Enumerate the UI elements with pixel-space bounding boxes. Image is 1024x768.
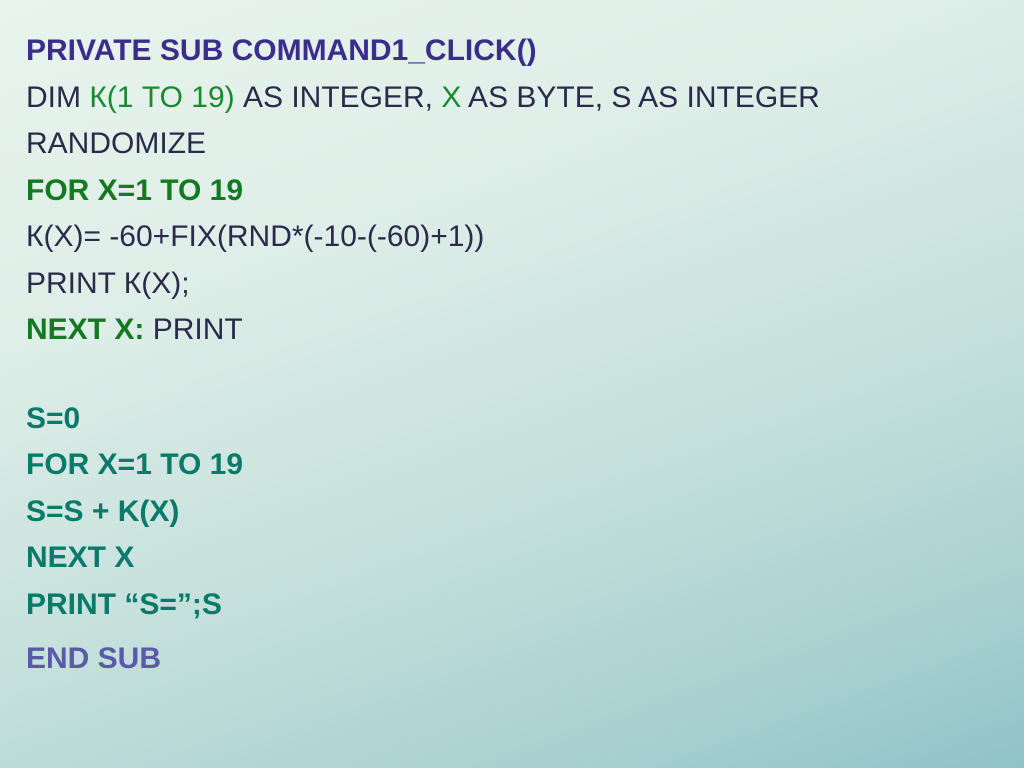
code-line-6: PRINT К(X);: [26, 261, 1002, 308]
blank-line: [26, 354, 1002, 396]
assign-kx: К(X)= -60+FIX(RND*(-10-(-60)+1)): [26, 220, 484, 253]
next-x-2: NEXT X: [26, 541, 134, 574]
code-line-5: К(X)= -60+FIX(RND*(-10-(-60)+1)): [26, 214, 1002, 261]
s-accumulate: S=S + K(X): [26, 495, 179, 528]
code-line-13: END SUB: [26, 636, 1002, 683]
code-line-11: NEXT X: [26, 535, 1002, 582]
sub-declaration: PRIVATE SUB COMMAND1_CLICK(): [26, 34, 537, 67]
print-s: PRINT “S=”;S: [26, 588, 222, 621]
code-line-2: DIM К(1 TO 19) AS INTEGER, X AS BYTE, S …: [26, 75, 1002, 122]
print-kx: PRINT К(X);: [26, 267, 190, 300]
code-line-7: NEXT X: PRINT: [26, 307, 1002, 354]
for-loop-1: FOR X=1 TO 19: [26, 174, 243, 207]
s-zero: S=0: [26, 402, 80, 435]
code-line-8: S=0: [26, 396, 1002, 443]
next-x-1: NEXT X:: [26, 313, 144, 346]
var-x: X: [441, 81, 461, 114]
code-line-3: RANDOMIZE: [26, 121, 1002, 168]
code-line-9: FOR X=1 TO 19: [26, 442, 1002, 489]
code-line-1: PRIVATE SUB COMMAND1_CLICK(): [26, 28, 1002, 75]
print-after-next: PRINT: [144, 313, 242, 346]
code-line-4: FOR X=1 TO 19: [26, 168, 1002, 215]
code-line-12: PRINT “S=”;S: [26, 582, 1002, 629]
randomize: RANDOMIZE: [26, 127, 206, 160]
as-integer-1: AS INTEGER,: [235, 81, 442, 114]
as-byte-etc: AS BYTE, S AS INTEGER: [461, 81, 819, 114]
dim-keyword: DIM: [26, 81, 89, 114]
code-line-10: S=S + K(X): [26, 489, 1002, 536]
for-loop-2: FOR X=1 TO 19: [26, 448, 243, 481]
array-decl: К(1 TO 19): [89, 81, 234, 114]
end-sub: END SUB: [26, 642, 161, 675]
